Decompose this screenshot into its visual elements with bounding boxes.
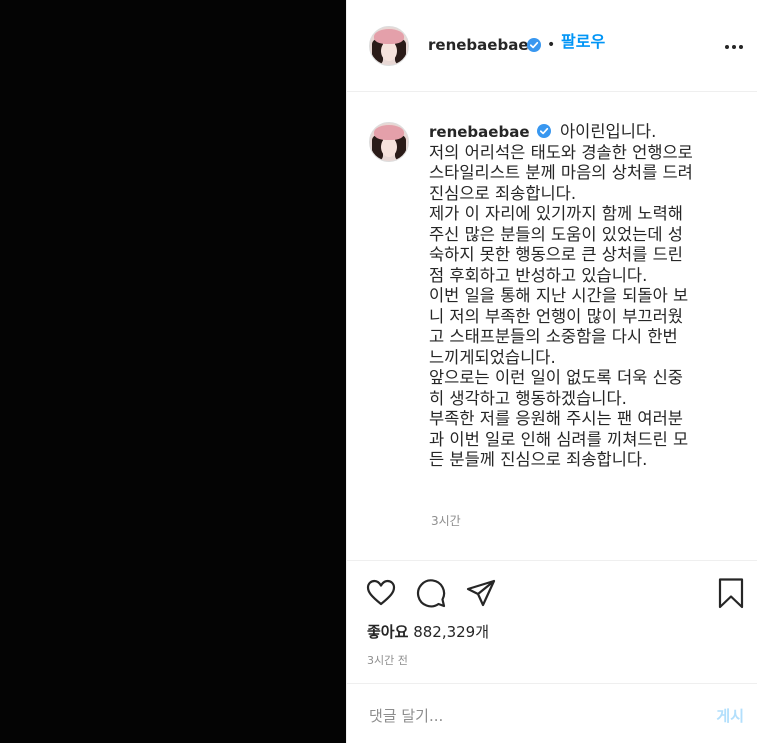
post-media-image[interactable] (0, 0, 346, 743)
caption-line: 고 스태프분들의 소중함을 다시 한번 (429, 327, 678, 346)
caption-line: 저의 어리석은 태도와 경솔한 언행으로 (429, 142, 693, 162)
likes-count[interactable]: 좋아요 882,329개 (367, 621, 489, 642)
caption-timestamp[interactable]: 3시간 (431, 512, 461, 529)
caption-line: 진심으로 죄송합니다. (429, 183, 577, 203)
comment-icon[interactable] (415, 577, 447, 609)
post-side-panel: renebaebae • 팔로우 renebaebae 아이린입니다. 저의 어… (346, 0, 757, 743)
post-actions: 좋아요 882,329개 3시간 전 (347, 560, 757, 680)
more-options-icon[interactable] (723, 36, 745, 58)
caption-line: 느끼게되었습니다. (429, 347, 556, 367)
caption-line: 숙하지 못한 행동으로 큰 상처를 드린 (429, 245, 683, 264)
follow-button[interactable]: 팔로우 (561, 32, 605, 52)
avatar[interactable] (369, 26, 409, 66)
caption-avatar[interactable] (369, 122, 409, 162)
caption-line: 이번 일을 통해 지난 시간을 되돌아 보 (429, 286, 689, 305)
caption-line: 주신 많은 분들의 도움이 있었는데 성 (429, 224, 683, 244)
bookmark-icon[interactable] (715, 577, 747, 609)
caption-area: renebaebae 아이린입니다. 저의 어리석은 태도와 경솔한 언행으로 … (347, 92, 757, 560)
caption-line: 점 후회하고 반성하고 있습니다. (429, 265, 648, 285)
caption-line: 아이린입니다. (560, 122, 657, 141)
caption-line: 앞으로는 이런 일이 없도록 더욱 신중 (429, 368, 683, 387)
caption-username[interactable]: renebaebae (429, 123, 530, 141)
post-timestamp[interactable]: 3시간 전 (367, 652, 408, 668)
caption-text: renebaebae 아이린입니다. 저의 어리석은 태도와 경솔한 언행으로 … (429, 122, 749, 471)
comment-form: 게시 (347, 683, 757, 743)
post-header: renebaebae • 팔로우 (347, 0, 757, 92)
header-separator: • (547, 37, 556, 53)
share-icon[interactable] (465, 577, 497, 609)
caption-line: 스타일리스트 분께 마음의 상처를 드려 (429, 163, 693, 182)
heart-icon[interactable] (365, 577, 397, 609)
post-comment-button[interactable]: 게시 (716, 705, 744, 726)
caption-line: 히 생각하고 행동하겠습니다. (429, 388, 627, 408)
verified-badge-icon (527, 38, 541, 52)
caption-line: 니 저의 부족한 언행이 많이 부끄러웠 (429, 306, 683, 326)
header-username[interactable]: renebaebae (428, 35, 529, 55)
caption-line: 제가 이 자리에 있기까지 함께 노력해 (429, 204, 683, 223)
likes-label: 좋아요 (367, 623, 409, 641)
comment-input[interactable] (367, 702, 671, 730)
caption-line: 든 분들께 진심으로 죄송합니다. (429, 450, 648, 469)
caption-line: 부족한 저를 응원해 주시는 팬 여러분 (429, 409, 683, 428)
caption-line: 과 이번 일로 인해 심려를 끼쳐드린 모 (429, 429, 689, 449)
likes-number: 882,329개 (413, 623, 490, 641)
verified-badge-icon (536, 124, 551, 138)
